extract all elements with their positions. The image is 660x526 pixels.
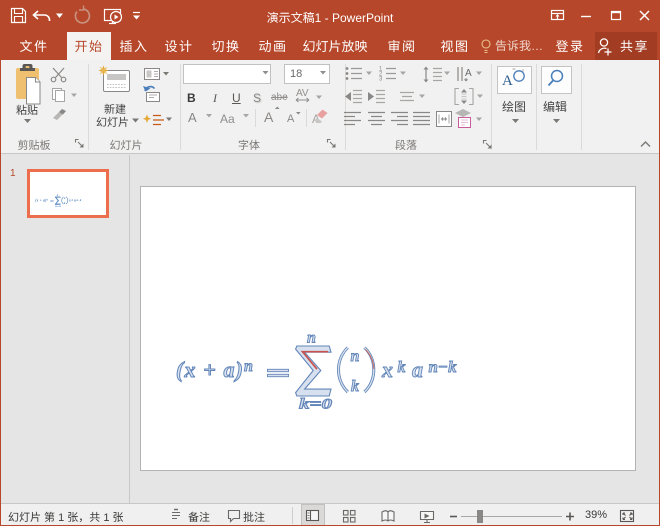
- svg-text:3: 3: [379, 77, 383, 83]
- svg-text:k: k: [351, 378, 359, 395]
- svg-text:x: x: [68, 199, 71, 203]
- svg-text:n−k: n−k: [77, 199, 82, 202]
- svg-text:k=0: k=0: [299, 397, 333, 413]
- svg-text:k: k: [64, 202, 66, 205]
- svg-text:k: k: [72, 199, 74, 202]
- svg-text:n: n: [64, 197, 66, 200]
- svg-text:k=0: k=0: [55, 205, 62, 208]
- svg-text:a: a: [412, 357, 423, 382]
- svg-text:A: A: [502, 73, 513, 89]
- svg-text:n: n: [244, 358, 253, 375]
- svg-text:n−k: n−k: [429, 359, 457, 376]
- svg-text:(x + a): (x + a): [176, 357, 243, 382]
- svg-text:A: A: [465, 68, 472, 79]
- svg-text:n: n: [351, 348, 360, 365]
- svg-text:x: x: [381, 357, 393, 382]
- svg-text:a: a: [74, 199, 76, 203]
- svg-text:n: n: [46, 199, 48, 202]
- svg-text:n: n: [307, 330, 316, 347]
- svg-text:k: k: [398, 359, 406, 376]
- svg-text:(x + a): (x + a): [35, 199, 46, 203]
